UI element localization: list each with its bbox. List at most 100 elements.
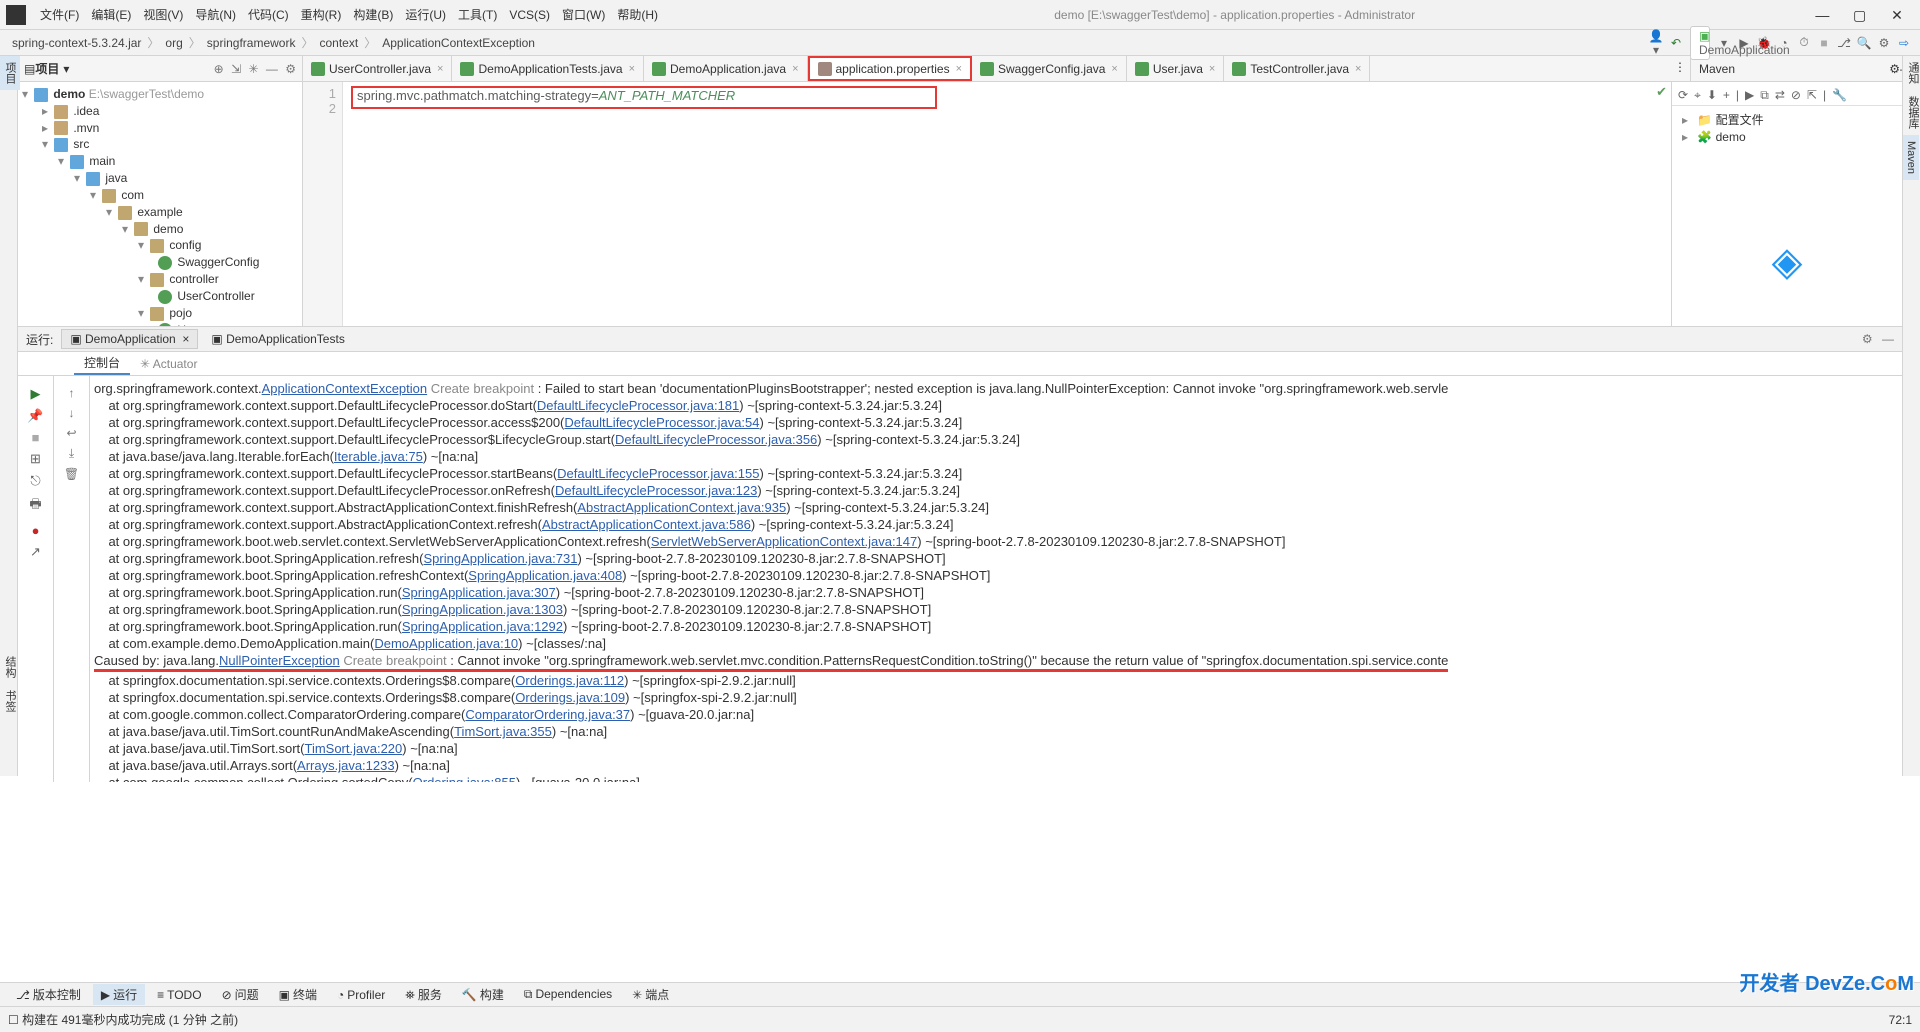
- crumb[interactable]: springframework: [201, 34, 302, 52]
- close-tab-icon[interactable]: ×: [629, 63, 635, 75]
- bt-endpoints[interactable]: ✳端点: [624, 984, 677, 1005]
- stack-link[interactable]: ApplicationContextException: [262, 381, 428, 396]
- stack-link[interactable]: TimSort.java:220: [304, 741, 402, 756]
- menu-编辑(E)[interactable]: 编辑(E): [85, 3, 137, 26]
- stack-link[interactable]: TimSort.java:355: [454, 724, 552, 739]
- menu-视图(V)[interactable]: 视图(V): [137, 3, 189, 26]
- dump-icon[interactable]: ●: [18, 523, 53, 538]
- stack-link[interactable]: NullPointerException: [219, 653, 340, 668]
- stack-link[interactable]: SpringApplication.java:408: [468, 568, 622, 583]
- bt-problems[interactable]: ⊘问题: [214, 984, 267, 1005]
- more-icon[interactable]: ↗: [18, 544, 53, 560]
- run-icon[interactable]: ▶: [1734, 36, 1754, 50]
- maven-node-profiles[interactable]: ▸ 📁 配置文件: [1678, 110, 1896, 129]
- project-tree[interactable]: ▾ demo E:\swaggerTest\demo ▸ .idea ▸ .mv…: [18, 82, 303, 326]
- rerun-icon[interactable]: ▶: [18, 386, 53, 402]
- editor-tab[interactable]: DemoApplicationTests.java×: [452, 56, 644, 81]
- bt-services[interactable]: ⛯服务: [397, 984, 450, 1005]
- stack-link[interactable]: SpringApplication.java:731: [424, 551, 578, 566]
- close-tab-icon[interactable]: ×: [1209, 63, 1215, 75]
- notifications-tool-tab[interactable]: 通知: [1903, 56, 1920, 90]
- maven-settings-icon[interactable]: ⚙: [1889, 62, 1900, 76]
- stack-link[interactable]: DefaultLifecycleProcessor.java:356: [615, 432, 817, 447]
- maven-tool-tab[interactable]: Maven: [1903, 135, 1919, 180]
- offline-icon[interactable]: ⊘: [1791, 88, 1801, 103]
- select-opened-icon[interactable]: ⊕: [214, 62, 224, 76]
- stack-link[interactable]: SpringApplication.java:1303: [402, 602, 563, 617]
- bt-run[interactable]: ▶运行: [93, 984, 145, 1005]
- execute-icon[interactable]: ⧉: [1760, 88, 1769, 103]
- collapse-all-icon[interactable]: ⇱: [1807, 88, 1817, 103]
- maven-node-demo[interactable]: ▸ 🧩 demo: [1678, 129, 1896, 145]
- close-tab-icon[interactable]: ×: [1111, 63, 1117, 75]
- menu-工具(T)[interactable]: 工具(T): [452, 3, 503, 26]
- stack-link[interactable]: Iterable.java:75: [334, 449, 423, 464]
- stack-link[interactable]: DemoApplication.java:10: [374, 636, 518, 651]
- stack-link[interactable]: DefaultLifecycleProcessor.java:181: [537, 398, 739, 413]
- menu-重构(R)[interactable]: 重构(R): [295, 3, 348, 26]
- editor-tab[interactable]: DemoApplication.java×: [644, 56, 808, 81]
- bt-dependencies[interactable]: ⧉Dependencies: [516, 985, 620, 1004]
- hide-icon[interactable]: —: [266, 62, 278, 76]
- editor-tab[interactable]: TestController.java×: [1224, 56, 1370, 81]
- attach-icon[interactable]: 📌: [18, 408, 53, 424]
- back-icon[interactable]: ↶: [1666, 36, 1686, 50]
- close-tab-icon[interactable]: ×: [1355, 63, 1361, 75]
- stack-link[interactable]: SpringApplication.java:307: [402, 585, 556, 600]
- debug-icon[interactable]: 🐞: [1754, 36, 1774, 50]
- menu-窗口(W)[interactable]: 窗口(W): [556, 3, 611, 26]
- crumb[interactable]: context: [314, 34, 365, 52]
- tabs-more[interactable]: ⋮: [1670, 56, 1690, 81]
- stack-link[interactable]: Orderings.java:112: [515, 673, 624, 688]
- database-tool-tab[interactable]: 数据库: [1903, 90, 1920, 135]
- bookmarks-tool-tab[interactable]: 书签: [0, 684, 20, 718]
- run-config-selector[interactable]: DemoApplication: [1690, 26, 1710, 60]
- console-output[interactable]: org.springframework.context.ApplicationC…: [90, 376, 1902, 782]
- collapse-icon[interactable]: ✳: [248, 62, 258, 76]
- stack-link[interactable]: Ordering.java:855: [413, 775, 516, 782]
- maven-settings-icon[interactable]: 🔧: [1832, 88, 1847, 103]
- layout-icon[interactable]: ⊞: [18, 451, 53, 467]
- project-tool-tab[interactable]: 项目: [0, 56, 20, 90]
- close-tab-icon[interactable]: ×: [792, 63, 798, 75]
- search-icon[interactable]: 🔍: [1854, 36, 1874, 50]
- stack-link[interactable]: AbstractApplicationContext.java:586: [542, 517, 751, 532]
- structure-tool-tab[interactable]: 结构: [0, 650, 20, 684]
- bt-profiler[interactable]: ◔Profiler: [329, 986, 393, 1004]
- coverage-icon[interactable]: ◔: [1774, 36, 1794, 50]
- crumb[interactable]: org: [159, 34, 188, 52]
- crumb[interactable]: ApplicationContextException: [376, 34, 541, 52]
- status-icon[interactable]: ☐: [8, 1013, 19, 1027]
- run-hide-icon[interactable]: —: [1882, 332, 1894, 346]
- run-tab-tests[interactable]: ▣ DemoApplicationTests: [202, 329, 353, 349]
- menu-导航(N)[interactable]: 导航(N): [189, 3, 242, 26]
- close-tab-icon[interactable]: ×: [437, 63, 443, 75]
- menu-构建(B)[interactable]: 构建(B): [347, 3, 399, 26]
- stop-run-icon[interactable]: ■: [18, 430, 53, 445]
- scroll-end-icon[interactable]: ⤓: [54, 446, 89, 461]
- share-icon[interactable]: ⇨: [1894, 36, 1914, 50]
- gear-icon[interactable]: ⚙: [285, 62, 296, 76]
- actuator-tab[interactable]: ✳ Actuator: [130, 355, 207, 373]
- stack-link[interactable]: DefaultLifecycleProcessor.java:123: [555, 483, 757, 498]
- expand-icon[interactable]: ⇲: [231, 62, 241, 76]
- menu-文件(F)[interactable]: 文件(F): [34, 3, 85, 26]
- menu-代码(C)[interactable]: 代码(C): [242, 3, 295, 26]
- bt-todo[interactable]: ≡TODO: [149, 986, 209, 1004]
- stack-link[interactable]: DefaultLifecycleProcessor.java:54: [564, 415, 759, 430]
- stack-link[interactable]: DefaultLifecycleProcessor.java:155: [557, 466, 759, 481]
- add-icon[interactable]: +: [1723, 88, 1730, 103]
- bt-terminal[interactable]: ▣终端: [271, 984, 325, 1005]
- editor-tab[interactable]: User.java×: [1127, 56, 1224, 81]
- crumb[interactable]: spring-context-5.3.24.jar: [6, 34, 147, 52]
- profile-icon[interactable]: ⏱: [1794, 35, 1814, 50]
- stack-link[interactable]: AbstractApplicationContext.java:935: [577, 500, 786, 515]
- exit-icon[interactable]: ⎋: [18, 473, 53, 489]
- bt-vcs[interactable]: ⎇版本控制: [8, 984, 89, 1005]
- down-icon[interactable]: ↓: [54, 406, 89, 420]
- run-tab-demo[interactable]: ▣ DemoApplication ×: [61, 329, 198, 349]
- stop-icon[interactable]: ■: [1814, 36, 1834, 50]
- soft-wrap-icon[interactable]: ↩: [54, 426, 89, 440]
- minimize-button[interactable]: —: [1805, 1, 1839, 29]
- editor-tab[interactable]: SwaggerConfig.java×: [972, 56, 1127, 81]
